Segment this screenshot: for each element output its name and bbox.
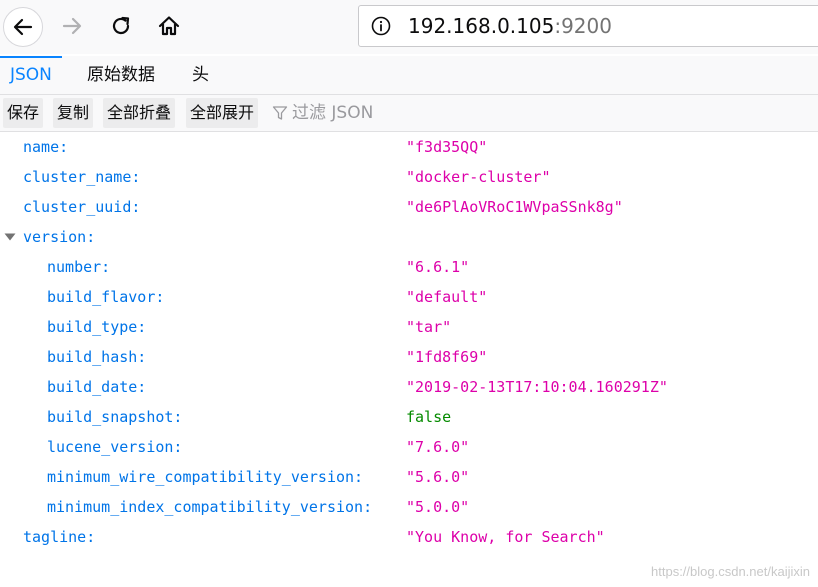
json-key: build_flavor: <box>47 288 165 306</box>
json-row-cluster-name[interactable]: cluster_name: "docker-cluster" <box>0 162 818 192</box>
tab-json[interactable]: JSON <box>0 56 62 94</box>
json-row-cluster-uuid[interactable]: cluster_uuid: "de6PlAoVRoC1WVpaSSnk8g" <box>0 192 818 222</box>
json-row-build-snapshot[interactable]: build_snapshot: false <box>0 402 818 432</box>
json-key: build_type: <box>47 318 147 336</box>
json-key: build_hash: <box>47 348 147 366</box>
json-value: "7.6.0" <box>406 438 470 456</box>
json-key: minimum_wire_compatibility_version: <box>47 468 364 486</box>
forward-button[interactable] <box>52 6 92 46</box>
json-key: name: <box>23 138 69 156</box>
filter-placeholder: 过滤 JSON <box>292 103 374 123</box>
json-row-version[interactable]: version: <box>0 222 818 252</box>
json-key: cluster_uuid: <box>23 198 141 216</box>
json-row-build-flavor[interactable]: build_flavor: "default" <box>0 282 818 312</box>
forward-arrow-icon <box>62 17 82 35</box>
info-icon[interactable] <box>371 16 391 36</box>
json-value: "6.6.1" <box>406 258 470 276</box>
json-row-min-index-compat[interactable]: minimum_index_compatibility_version: "5.… <box>0 492 818 522</box>
json-value: "2019-02-13T17:10:04.160291Z" <box>406 378 668 396</box>
json-key: lucene_version: <box>47 438 183 456</box>
tab-headers[interactable]: 头 <box>182 56 219 94</box>
json-toolbar: 保存 复制 全部折叠 全部展开 过滤 JSON <box>0 95 818 132</box>
expand-triangle-icon[interactable] <box>4 233 16 241</box>
home-button[interactable] <box>149 6 189 46</box>
filter-json-input[interactable]: 过滤 JSON <box>272 98 373 128</box>
url-text: 192.168.0.105:9200 <box>408 14 612 38</box>
json-value: "de6PlAoVRoC1WVpaSSnk8g" <box>406 198 623 216</box>
json-value: "tar" <box>406 318 452 336</box>
address-bar[interactable]: 192.168.0.105:9200 <box>358 5 818 47</box>
expand-all-button[interactable]: 全部展开 <box>186 98 259 128</box>
json-value: "default" <box>406 288 488 306</box>
browser-toolbar: 192.168.0.105:9200 <box>0 0 818 54</box>
collapse-all-button[interactable]: 全部折叠 <box>103 98 176 128</box>
json-key: build_snapshot: <box>47 408 183 426</box>
copy-button[interactable]: 复制 <box>53 98 94 128</box>
json-row-build-type[interactable]: build_type: "tar" <box>0 312 818 342</box>
json-row-tagline[interactable]: tagline: "You Know, for Search" <box>0 522 818 552</box>
json-value: "1fd8f69" <box>406 348 488 366</box>
url-host: 192.168.0.105 <box>408 14 555 38</box>
json-key: minimum_index_compatibility_version: <box>47 498 373 516</box>
json-row-lucene-version[interactable]: lucene_version: "7.6.0" <box>0 432 818 462</box>
json-value: false <box>406 408 452 426</box>
json-key: tagline: <box>23 528 96 546</box>
back-arrow-icon <box>13 18 33 36</box>
json-row-number[interactable]: number: "6.6.1" <box>0 252 818 282</box>
json-row-build-hash[interactable]: build_hash: "1fd8f69" <box>0 342 818 372</box>
json-value: "f3d35QQ" <box>406 138 488 156</box>
json-value: "5.0.0" <box>406 498 470 516</box>
tab-raw-data[interactable]: 原始数据 <box>77 56 165 94</box>
json-key: version: <box>23 228 96 246</box>
reload-button[interactable] <box>101 6 141 46</box>
filter-funnel-icon <box>272 106 288 120</box>
back-button[interactable] <box>3 7 43 47</box>
reload-icon <box>112 16 130 35</box>
json-key: build_date: <box>47 378 147 396</box>
json-value: "docker-cluster" <box>406 168 551 186</box>
watermark: https://blog.csdn.net/kaijixin <box>651 564 810 579</box>
json-key: cluster_name: <box>23 168 141 186</box>
json-value: "5.6.0" <box>406 468 470 486</box>
viewer-tabs: JSON 原始数据 头 <box>0 56 818 95</box>
json-row-name[interactable]: name: "f3d35QQ" <box>0 132 818 162</box>
json-value: "You Know, for Search" <box>406 528 605 546</box>
json-tree: name: "f3d35QQ" cluster_name: "docker-cl… <box>0 132 818 552</box>
save-button[interactable]: 保存 <box>3 98 44 128</box>
url-port: :9200 <box>554 14 612 38</box>
home-icon <box>158 16 180 36</box>
json-key: number: <box>47 258 111 276</box>
json-row-min-wire-compat[interactable]: minimum_wire_compatibility_version: "5.6… <box>0 462 818 492</box>
json-row-build-date[interactable]: build_date: "2019-02-13T17:10:04.160291Z… <box>0 372 818 402</box>
